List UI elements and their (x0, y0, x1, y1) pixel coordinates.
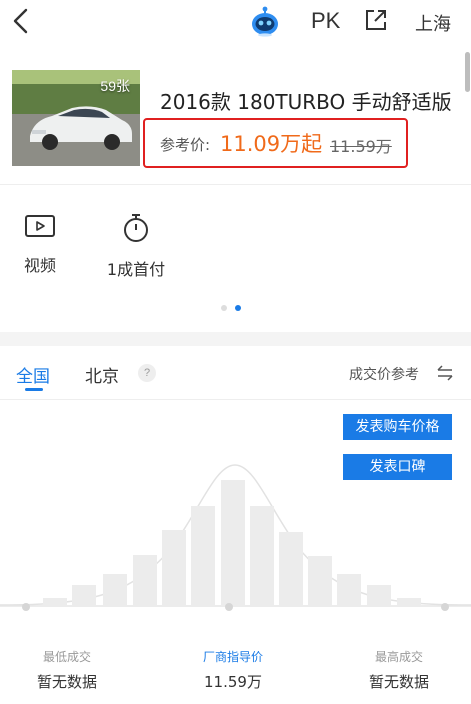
guide-price-value: 11.59万 (204, 673, 262, 691)
back-arrow-icon[interactable] (8, 6, 34, 36)
tab-national[interactable]: 全国 (16, 362, 50, 387)
distribution-bar (397, 598, 421, 606)
page-indicator (221, 305, 251, 313)
car-model-name: 2016款 180TURBO 手动舒适版 (160, 90, 452, 114)
city-selector[interactable]: 上海 (415, 10, 451, 36)
distribution-bar (250, 506, 274, 606)
distribution-bar (103, 574, 127, 606)
reference-price-label: 参考价: (160, 136, 211, 154)
distribution-bar (162, 530, 186, 606)
highest-deal-stat: 最高成交 暂无数据 (334, 648, 464, 692)
page-dot-active[interactable] (235, 305, 241, 311)
distribution-bar (191, 506, 215, 606)
distribution-bar (337, 574, 361, 606)
original-price: 11.59万 (330, 137, 392, 156)
price-highlight-box: 参考价: 11.09万起 11.59万 (143, 118, 408, 168)
tab-beijing[interactable]: 北京 (85, 362, 119, 387)
guide-price-label: 厂商指导价 (202, 650, 263, 664)
car-photo[interactable]: 59张 (12, 70, 140, 166)
lowest-marker (22, 603, 30, 611)
lowest-deal-label: 最低成交 (42, 650, 91, 664)
pk-compare-button[interactable]: PK (311, 8, 340, 34)
quick-link-video[interactable]: 视频 (0, 212, 80, 282)
distribution-bar (221, 480, 245, 606)
guide-price-stat: 厂商指导价 11.59万 (168, 648, 298, 692)
distribution-bar (279, 532, 303, 606)
scrollbar[interactable] (465, 52, 470, 92)
guide-marker (225, 603, 233, 611)
quick-link-label: 1成首付 (106, 260, 166, 279)
highest-marker (441, 603, 449, 611)
photo-count: 59张 (100, 78, 130, 94)
swap-arrows-icon[interactable] (436, 364, 454, 382)
distribution-bar (133, 555, 157, 606)
page-dot[interactable] (221, 305, 227, 311)
divider (0, 184, 471, 185)
quick-link-label: 视频 (23, 256, 56, 275)
highest-deal-label: 最高成交 (374, 650, 423, 664)
distribution-bar (367, 585, 391, 606)
distribution-bar (308, 556, 332, 606)
help-icon[interactable]: ? (138, 364, 156, 382)
highest-deal-value: 暂无数据 (368, 673, 429, 691)
distribution-bar (72, 585, 96, 606)
reference-price-value: 11.09万起 (220, 132, 323, 156)
deal-price-reference-label[interactable]: 成交价参考 (349, 364, 419, 384)
top-bar: PK 上海 (0, 0, 471, 44)
lowest-deal-stat: 最低成交 暂无数据 (2, 648, 132, 692)
quick-link-down-payment[interactable]: 1成首付 (96, 212, 176, 282)
section-separator (0, 332, 471, 346)
distribution-bar (43, 598, 67, 606)
video-icon (25, 215, 55, 237)
share-icon[interactable] (364, 8, 388, 32)
robot-assistant-icon[interactable] (248, 4, 282, 38)
price-distribution-chart (0, 464, 471, 611)
stopwatch-icon (124, 214, 148, 242)
lowest-deal-value: 暂无数据 (36, 673, 97, 691)
active-tab-indicator (25, 388, 43, 391)
